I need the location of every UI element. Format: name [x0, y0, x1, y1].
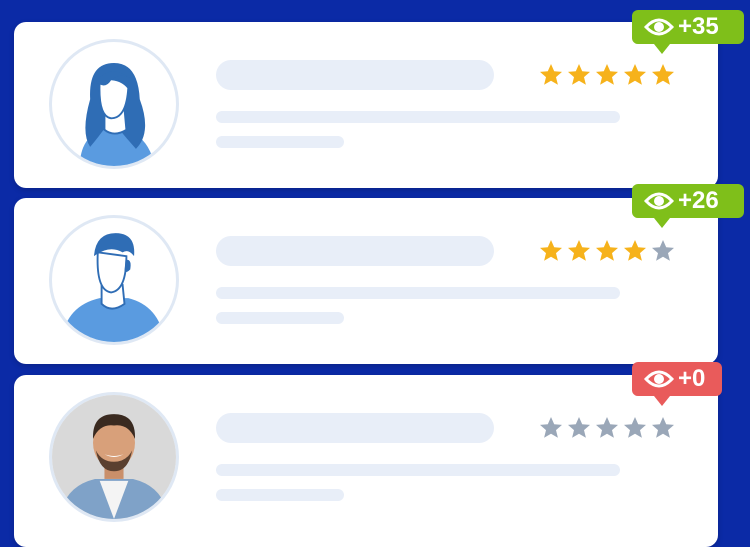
star-icon [624, 240, 646, 261]
views-badge: +35 [632, 10, 744, 54]
views-delta: +35 [678, 13, 719, 40]
text-placeholder [216, 136, 344, 148]
title-placeholder [216, 413, 494, 443]
title-placeholder [216, 236, 494, 266]
star-icon [568, 240, 590, 261]
text-placeholder [216, 489, 344, 501]
star-icon [596, 417, 618, 438]
man-avatar [49, 215, 179, 345]
review-card[interactable] [14, 198, 718, 364]
star-rating [538, 238, 676, 264]
star-icon [540, 64, 562, 85]
views-badge: +26 [632, 184, 744, 228]
views-badge: +0 [632, 362, 722, 406]
man-illustration-icon [61, 233, 165, 342]
text-placeholder [216, 111, 620, 123]
star-rating [538, 62, 676, 88]
star-icon [540, 417, 562, 438]
review-card[interactable] [14, 375, 718, 547]
woman-avatar [49, 39, 179, 169]
star-icon [596, 64, 618, 85]
star-icon [652, 64, 674, 85]
text-placeholder [216, 287, 620, 299]
text-placeholder [216, 312, 344, 324]
star-icon [568, 417, 590, 438]
man-photo-icon [52, 395, 176, 519]
star-icon [624, 64, 646, 85]
woman-illustration-icon [80, 62, 153, 166]
title-placeholder [216, 60, 494, 90]
man-photo-avatar [49, 392, 179, 522]
star-rating [538, 415, 676, 441]
views-delta: +0 [678, 365, 706, 392]
views-delta: +26 [678, 187, 719, 214]
star-icon [624, 417, 646, 438]
star-icon [568, 64, 590, 85]
star-icon [540, 240, 562, 261]
eye-icon [644, 18, 674, 36]
eye-icon [644, 192, 674, 210]
star-icon [652, 240, 674, 261]
eye-icon [644, 370, 674, 388]
star-icon [652, 417, 674, 438]
star-icon [596, 240, 618, 261]
text-placeholder [216, 464, 620, 476]
review-card[interactable] [14, 22, 718, 188]
